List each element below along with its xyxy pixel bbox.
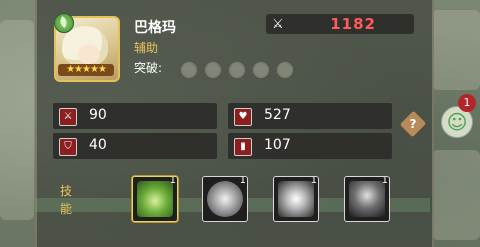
- background-tile: [0, 20, 34, 220]
- speed-icon: [234, 138, 252, 156]
- breakthrough-dots: [181, 62, 293, 78]
- stat-hp-value: 527: [264, 107, 291, 123]
- combat-power-box: ⚔ 1182: [266, 14, 414, 34]
- breakthrough-dot: [181, 62, 197, 78]
- heart-icon: [234, 108, 252, 126]
- stat-attack-value: 90: [89, 107, 107, 123]
- sword-icon: [59, 108, 77, 126]
- breakthrough-dot: [277, 62, 293, 78]
- stat-defense: 40: [53, 133, 217, 159]
- white-burst-skill-icon: [278, 181, 314, 217]
- stat-defense-value: 40: [89, 137, 107, 153]
- stat-hp: 527: [228, 103, 392, 129]
- portrait-face: [78, 44, 100, 64]
- stat-speed-value: 107: [264, 137, 291, 153]
- hero-role: 辅助: [134, 41, 159, 55]
- star-rating: ★★★★★: [58, 64, 114, 76]
- breakthrough-dot: [253, 62, 269, 78]
- skill-level: 1: [169, 176, 176, 186]
- skill-level: 1: [239, 176, 246, 186]
- leaf-blade-skill-icon: [137, 181, 173, 217]
- breakthrough-dot: [205, 62, 221, 78]
- skills-label: 技能: [60, 184, 73, 216]
- skill-level: 1: [310, 176, 317, 186]
- help-icon: ?: [409, 116, 417, 131]
- crossed-swords-icon: ⚔: [272, 17, 284, 32]
- combat-power-value: 1182: [330, 15, 376, 33]
- stat-attack: 90: [53, 103, 217, 129]
- shield-icon: [59, 138, 77, 156]
- breakthrough-dot: [229, 62, 245, 78]
- stat-speed: 107: [228, 133, 392, 159]
- dark-tree-skill-icon: [349, 181, 385, 217]
- chat-notification-badge: 1: [458, 94, 476, 112]
- skill-level: 1: [381, 176, 388, 186]
- skill-slot-1[interactable]: 1: [132, 176, 178, 222]
- background-tile: [432, 150, 480, 240]
- breakthrough-label: 突破:: [134, 61, 163, 75]
- background-tile: [432, 10, 480, 90]
- silver-orb-skill-icon: [207, 181, 243, 217]
- skill-slot-4[interactable]: 1: [344, 176, 390, 222]
- leaf-element-icon: [54, 13, 74, 33]
- skill-slot-2[interactable]: 1: [202, 176, 248, 222]
- hero-name: 巴格玛: [134, 20, 176, 36]
- skill-slot-3[interactable]: 1: [273, 176, 319, 222]
